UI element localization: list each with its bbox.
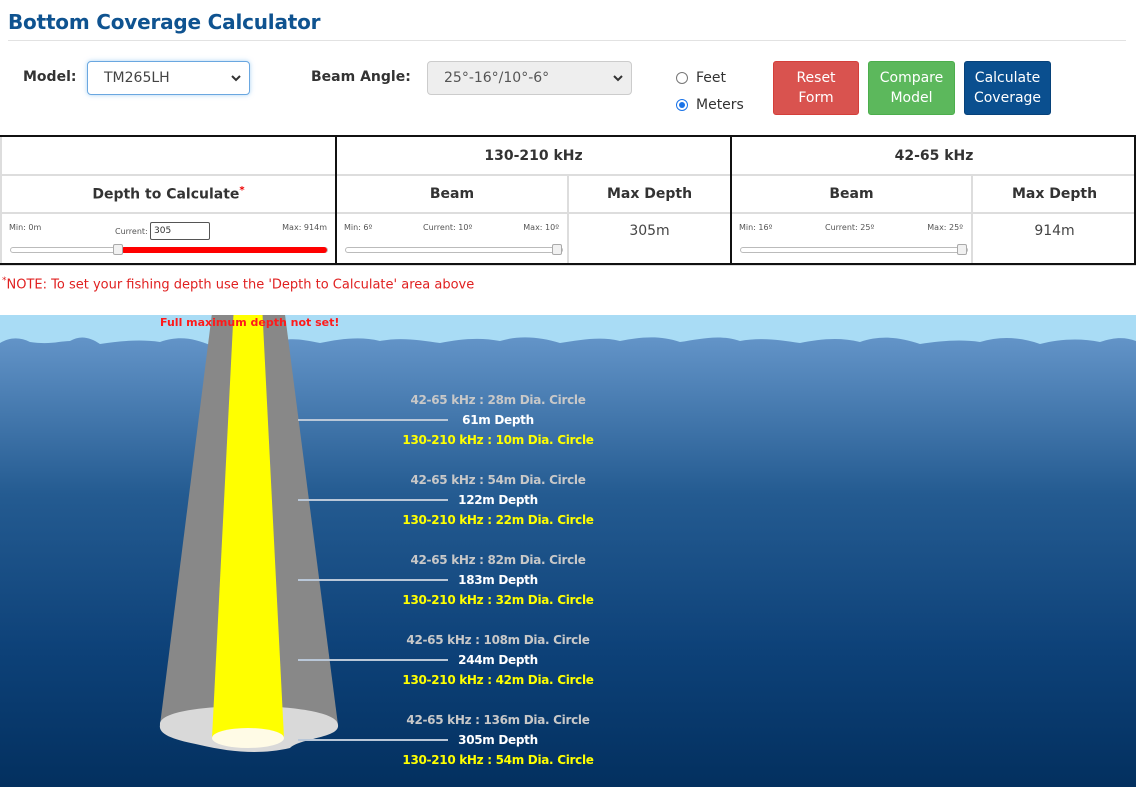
model-select[interactable]: TM265LH (87, 61, 250, 95)
high-beam-slider[interactable] (345, 244, 563, 255)
calculate-coverage-button[interactable]: Calculate Coverage (964, 61, 1051, 115)
depth-slider-thumb[interactable] (113, 244, 123, 255)
high-max-depth-header: Max Depth (567, 174, 732, 214)
low-max-depth-value: 914m (1034, 223, 1075, 239)
depth-min-label: Min: 0m (9, 223, 42, 232)
narrow-beam-diameter: 130-210 kHz : 32m Dia. Circle (402, 593, 594, 607)
low-beam-max-label: Max: 25º (927, 223, 963, 232)
empty-header-cell (0, 135, 337, 176)
depth-current-label: Current: (115, 227, 148, 236)
high-beam-header: Beam (335, 174, 569, 214)
coverage-table: 130-210 kHz 42-65 kHz Depth to Calculate… (0, 135, 1136, 266)
depth-value: 183m Depth (458, 573, 538, 587)
calculate-label-2: Coverage (973, 90, 1042, 106)
compare-label-1: Compare (879, 70, 944, 86)
title-divider (8, 40, 1126, 41)
wide-beam-diameter: 42-65 kHz : 54m Dia. Circle (410, 473, 586, 487)
coverage-level: 42-65 kHz : 54m Dia. Circle 122m Depth 130… (368, 470, 628, 530)
narrow-beam-diameter: 130-210 kHz : 22m Dia. Circle (402, 513, 594, 527)
low-beam-header: Beam (730, 174, 973, 214)
depth-slider-fill (121, 247, 327, 253)
wide-beam-diameter: 42-65 kHz : 108m Dia. Circle (406, 633, 590, 647)
high-max-depth-value: 305m (629, 223, 670, 239)
coverage-level: 42-65 kHz : 28m Dia. Circle 61m Depth 130-… (368, 390, 628, 450)
wide-beam-diameter: 42-65 kHz : 136m Dia. Circle (406, 713, 590, 727)
narrow-beam-diameter: 130-210 kHz : 54m Dia. Circle (402, 753, 594, 767)
depth-value: 244m Depth (458, 653, 538, 667)
low-beam-slider[interactable] (740, 244, 968, 255)
compare-label-2: Model (890, 90, 933, 106)
max-depth-warning: Full maximum depth not set! (160, 316, 340, 329)
low-beam-slider-thumb[interactable] (957, 244, 967, 255)
unit-meters-option[interactable]: Meters (676, 97, 744, 113)
meters-radio[interactable] (676, 99, 688, 111)
beam-angle-select-value: 25°-16°/10°-6° (444, 70, 550, 86)
high-beam-slider-thumb[interactable] (552, 244, 562, 255)
low-beam-min-label: Min: 16º (739, 223, 773, 232)
narrow-beam-diameter: 130-210 kHz : 10m Dia. Circle (402, 433, 594, 447)
depth-to-calculate-header: Depth to Calculate* (0, 174, 337, 214)
feet-radio[interactable] (676, 72, 688, 84)
freq-high-header: 130-210 kHz (335, 135, 732, 176)
meters-label: Meters (696, 97, 744, 113)
high-beam-max-label: Max: 10º (523, 223, 559, 232)
beam-angle-label: Beam Angle: (311, 69, 411, 85)
depth-header-text: Depth to Calculate (92, 186, 240, 203)
depth-max-label: Max: 914m (282, 223, 327, 232)
coverage-level: 42-65 kHz : 108m Dia. Circle 244m Depth 13… (368, 630, 628, 690)
wide-beam-diameter: 42-65 kHz : 28m Dia. Circle (410, 393, 586, 407)
model-select-value: TM265LH (104, 70, 170, 86)
high-beam-min-label: Min: 6º (344, 223, 373, 232)
depth-current-input[interactable]: 305 (150, 222, 210, 240)
reset-label-1: Reset (796, 70, 836, 86)
depth-note: *NOTE: To set your fishing depth use the… (2, 276, 474, 292)
calculate-label-1: Calculate (974, 70, 1041, 86)
compare-model-button[interactable]: Compare Model (868, 61, 955, 115)
wide-beam-diameter: 42-65 kHz : 82m Dia. Circle (410, 553, 586, 567)
feet-label: Feet (696, 70, 727, 86)
low-beam-current-label: Current: 25º (825, 223, 875, 232)
narrow-beam-diameter: 130-210 kHz : 42m Dia. Circle (402, 673, 594, 687)
coverage-diagram: Full maximum depth not set! 42-65 kHz : … (0, 315, 1136, 787)
chevron-down-icon (613, 75, 623, 82)
low-max-depth-cell: 914m (970, 212, 1136, 266)
beam-angle-select[interactable]: 25°-16°/10°-6° (427, 61, 632, 95)
page-title: Bottom Coverage Calculator (8, 10, 321, 34)
coverage-level: 42-65 kHz : 136m Dia. Circle 305m Depth 13… (368, 710, 628, 770)
high-max-depth-cell: 305m (567, 212, 732, 266)
low-max-depth-header: Max Depth (970, 174, 1136, 214)
coverage-level: 42-65 kHz : 82m Dia. Circle 183m Depth 130… (368, 550, 628, 610)
model-label: Model: (23, 69, 77, 85)
depth-value: 305m Depth (458, 733, 538, 747)
note-text: NOTE: To set your fishing depth use the … (6, 277, 475, 293)
depth-slider[interactable] (10, 244, 328, 255)
reset-form-button[interactable]: Reset Form (773, 61, 859, 115)
depth-value: 122m Depth (458, 493, 538, 507)
required-mark: * (239, 185, 245, 197)
freq-low-header: 42-65 kHz (729, 135, 1136, 176)
depth-slider-cell: Min: 0m Current: 305 Max: 914m (0, 212, 337, 266)
chevron-down-icon (231, 75, 241, 82)
high-beam-slider-cell: Min: 6º Current: 10º Max: 10º (335, 212, 569, 266)
unit-feet-option[interactable]: Feet (676, 70, 726, 86)
low-beam-slider-cell: Min: 16º Current: 25º Max: 25º (730, 212, 973, 266)
narrow-beam-bottom-ellipse (212, 728, 284, 748)
depth-value: 61m Depth (462, 413, 534, 427)
reset-label-2: Form (798, 90, 834, 106)
high-beam-current-label: Current: 10º (423, 223, 473, 232)
